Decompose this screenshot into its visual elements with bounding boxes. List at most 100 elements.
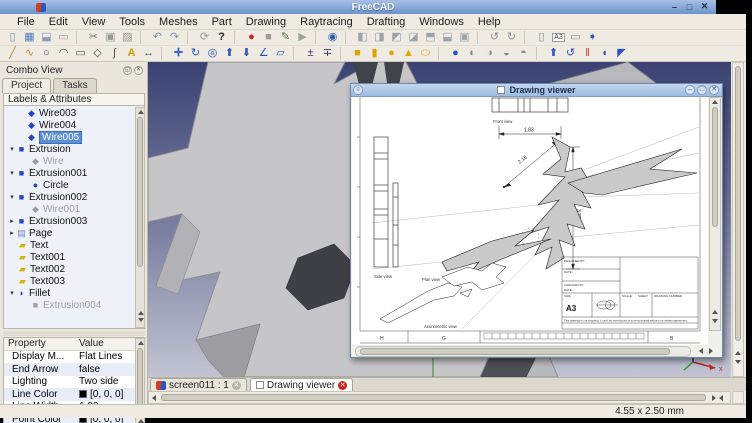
menu-file[interactable]: File	[10, 16, 42, 28]
mdi-tab-drawing-viewer[interactable]: Drawing viewer ✕	[250, 378, 353, 391]
draft-rotate-icon[interactable]	[187, 46, 204, 61]
tree-item-text003[interactable]: Text003	[4, 275, 144, 287]
draft-rectangle-icon[interactable]	[72, 46, 89, 61]
property-row[interactable]: LightingTwo side	[4, 376, 144, 389]
menu-edit[interactable]: Edit	[42, 16, 75, 28]
tree-item-text002[interactable]: Text002	[4, 263, 144, 275]
macro-record-icon[interactable]	[243, 30, 260, 45]
tree-item-extrusion[interactable]: ▾Extrusion	[4, 143, 144, 155]
expander-down-icon[interactable]: ▾	[8, 169, 16, 177]
part-section-icon[interactable]	[515, 46, 532, 61]
add-point-icon[interactable]	[302, 46, 319, 61]
expander-down-icon[interactable]: ▾	[8, 145, 16, 153]
view-right-icon[interactable]	[405, 30, 422, 45]
tab-close-icon[interactable]: ✕	[232, 381, 241, 390]
drawing-viewer-titlebar[interactable]: ≡ Drawing viewer – □ ✕	[351, 84, 722, 97]
remove-point-icon[interactable]	[319, 46, 336, 61]
property-row[interactable]: Line Color[0, 0, 0]	[4, 388, 144, 401]
part-torus-icon[interactable]	[417, 46, 434, 61]
tab-close-icon[interactable]: ✕	[338, 381, 347, 390]
tree-item-text[interactable]: Text	[4, 239, 144, 251]
viewport-vscrollbar[interactable]	[732, 62, 744, 377]
print-icon[interactable]	[55, 30, 72, 45]
open-icon[interactable]	[21, 30, 38, 45]
tree-scrollbar[interactable]	[135, 107, 145, 328]
property-row[interactable]: End Arrowfalse	[4, 363, 144, 376]
tab-tasks[interactable]: Tasks	[53, 78, 97, 93]
dock-float-icon[interactable]: ◱	[123, 66, 132, 75]
property-row[interactable]: Display M...Flat Lines	[4, 351, 144, 364]
cut-icon[interactable]	[85, 30, 102, 45]
new-document-icon[interactable]	[4, 30, 21, 45]
expander-right-icon[interactable]: ▸	[8, 229, 16, 237]
part-cylinder-icon[interactable]	[366, 46, 383, 61]
draft-circle-icon[interactable]	[38, 46, 55, 61]
drawing-sheet[interactable]: H G B Front view 1.83	[352, 97, 708, 345]
draft-offset-icon[interactable]	[204, 46, 221, 61]
part-chamfer-icon[interactable]	[613, 46, 630, 61]
tree-item-extrusion001[interactable]: ▾Extrusion001	[4, 167, 144, 179]
view-top-icon[interactable]	[388, 30, 405, 45]
menu-windows[interactable]: Windows	[412, 16, 471, 28]
expander-down-icon[interactable]: ▾	[8, 289, 16, 297]
view-bottom-icon[interactable]	[439, 30, 456, 45]
dock-close-icon[interactable]: ✕	[134, 66, 143, 75]
draft-dimension-icon[interactable]	[140, 46, 157, 61]
drawing-hscrollbar[interactable]	[355, 346, 691, 357]
menu-view[interactable]: View	[75, 16, 113, 28]
minimize-icon[interactable]: –	[685, 85, 695, 95]
mdi-tab-screen011[interactable]: screen011 : 1 ✕	[150, 378, 247, 391]
draft-bspline-icon[interactable]	[106, 46, 123, 61]
part-cut-icon[interactable]	[498, 46, 515, 61]
draft-text-icon[interactable]	[123, 46, 140, 61]
close-button[interactable]: ✕	[699, 1, 710, 12]
draft-scale-icon[interactable]	[272, 46, 289, 61]
part-boolean-icon[interactable]	[447, 46, 464, 61]
tree-item-fillet[interactable]: ▾Fillet	[4, 287, 144, 299]
combo-view-titlebar[interactable]: Combo View ◱ ✕	[2, 64, 146, 77]
expander-down-icon[interactable]: ▾	[8, 193, 16, 201]
view-front-icon[interactable]	[371, 30, 388, 45]
tree-item-text001[interactable]: Text001	[4, 251, 144, 263]
rotate-right-icon[interactable]	[503, 30, 520, 45]
tree-item-circle[interactable]: Circle	[4, 179, 144, 191]
part-sphere-icon[interactable]	[383, 46, 400, 61]
part-box-icon[interactable]	[349, 46, 366, 61]
menu-drawing[interactable]: Drawing	[239, 16, 293, 28]
a3-landscape-icon[interactable]	[550, 30, 567, 45]
panel-splitter[interactable]	[3, 331, 145, 336]
redo-icon[interactable]	[166, 30, 183, 45]
draft-move-icon[interactable]	[170, 46, 187, 61]
tree-item-extrusion002[interactable]: ▾Extrusion002	[4, 191, 144, 203]
export-page-icon[interactable]	[584, 30, 601, 45]
paste-icon[interactable]	[119, 30, 136, 45]
rotate-left-icon[interactable]	[486, 30, 503, 45]
draft-arc-icon[interactable]	[55, 46, 72, 61]
tree-item-extrusion004[interactable]: Extrusion004	[4, 299, 144, 311]
drawing-viewer-window[interactable]: ≡ Drawing viewer – □ ✕	[350, 83, 723, 358]
macro-run-icon[interactable]	[294, 30, 311, 45]
part-union-icon[interactable]	[464, 46, 481, 61]
menu-meshes[interactable]: Meshes	[152, 16, 205, 28]
menu-raytracing[interactable]: Raytracing	[293, 16, 360, 28]
insert-view-icon[interactable]	[567, 30, 584, 45]
tree-item-wire004[interactable]: Wire004	[4, 119, 144, 131]
tree-item-wire001[interactable]: Wire001	[4, 203, 144, 215]
menu-help[interactable]: Help	[471, 16, 508, 28]
view-axonometric-icon[interactable]	[354, 30, 371, 45]
maximize-icon[interactable]: □	[697, 85, 707, 95]
tree-item-wire003[interactable]: Wire003	[4, 107, 144, 119]
draft-wire-icon[interactable]	[21, 46, 38, 61]
part-cone-icon[interactable]	[400, 46, 417, 61]
tree-item-extrusion003[interactable]: ▸Extrusion003	[4, 215, 144, 227]
viewport-hscrollbar[interactable]	[148, 391, 731, 404]
drawing-vscrollbar[interactable]	[709, 97, 721, 331]
refresh-icon[interactable]	[196, 30, 213, 45]
tree-item-wire005-selected[interactable]: Wire005	[4, 131, 144, 143]
copy-icon[interactable]	[102, 30, 119, 45]
view-rear-icon[interactable]	[422, 30, 439, 45]
tree-item-wire[interactable]: Wire	[4, 155, 144, 167]
macro-stop-icon[interactable]	[260, 30, 277, 45]
new-drawing-page-icon[interactable]	[533, 30, 550, 45]
tab-project[interactable]: Project	[2, 78, 51, 93]
